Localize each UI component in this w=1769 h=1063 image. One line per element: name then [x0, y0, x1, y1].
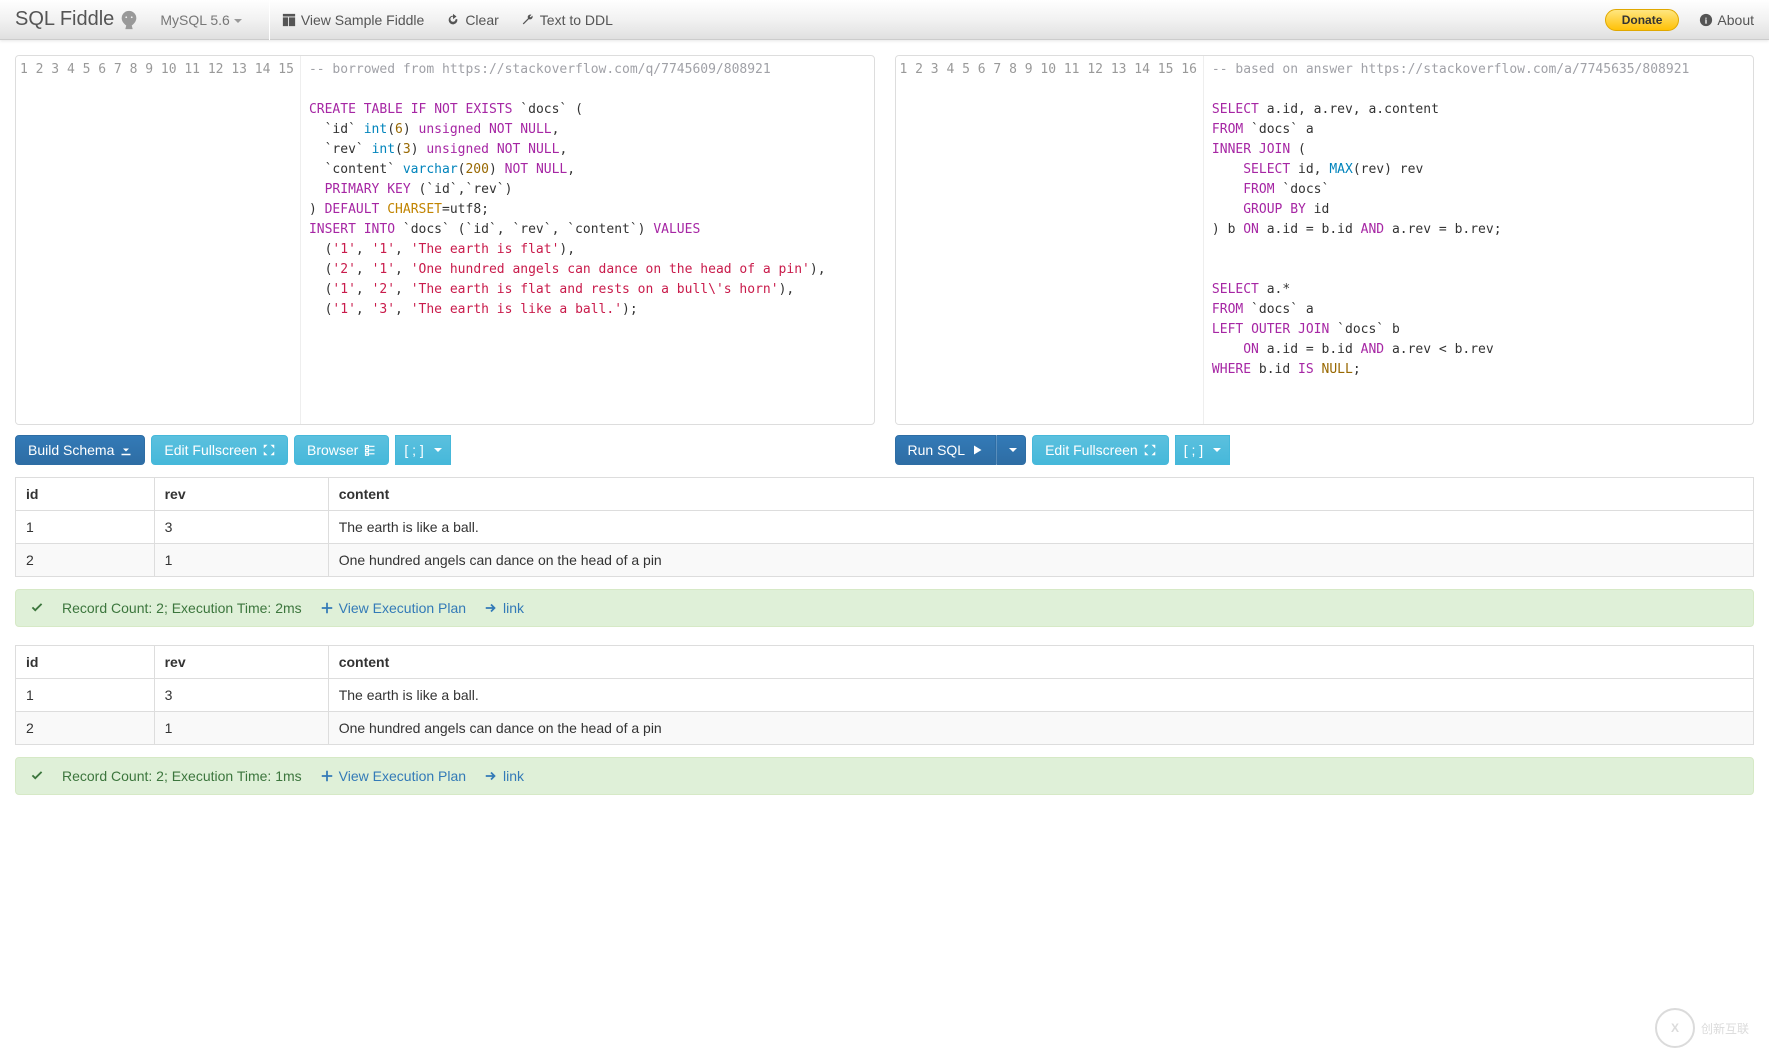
- edit-fullscreen-button[interactable]: Edit Fullscreen: [151, 435, 288, 465]
- arrow-icon: [484, 769, 498, 783]
- results-table: idrevcontent13The earth is like a ball.2…: [15, 645, 1754, 745]
- plus-icon: [320, 769, 334, 783]
- nav-divider: [269, 0, 270, 40]
- table-cell: The earth is like a ball.: [328, 511, 1753, 544]
- table-cell: 1: [154, 712, 328, 745]
- table-cell: 3: [154, 511, 328, 544]
- btn-label: [ ; ]: [404, 442, 423, 458]
- table-cell: 3: [154, 679, 328, 712]
- arrow-icon: [484, 601, 498, 615]
- brand-icon: [118, 9, 140, 31]
- link-label: link: [503, 768, 524, 784]
- schema-panel: 1 2 3 4 5 6 7 8 9 10 11 12 13 14 15 -- b…: [15, 55, 875, 477]
- download-icon: [120, 444, 132, 456]
- column-header: content: [328, 478, 1753, 511]
- table-row: 21One hundred angels can dance on the he…: [16, 544, 1754, 577]
- table-cell: One hundred angels can dance on the head…: [328, 712, 1753, 745]
- view-execution-plan-link[interactable]: View Execution Plan: [320, 600, 466, 616]
- watermark-text: 创新互联: [1701, 1020, 1749, 1037]
- nav-label: About: [1717, 12, 1754, 28]
- run-sql-button[interactable]: Run SQL: [895, 435, 997, 465]
- build-schema-button[interactable]: Build Schema: [15, 435, 145, 465]
- refresh-icon: [446, 13, 460, 27]
- status-text: Record Count: 2; Execution Time: 2ms: [62, 600, 302, 616]
- tree-icon: [364, 444, 376, 456]
- info-icon: i: [1699, 13, 1713, 27]
- table-cell: 1: [154, 544, 328, 577]
- schema-button-bar: Build Schema Edit Fullscreen Browser [ ;…: [15, 435, 875, 465]
- query-panel: 1 2 3 4 5 6 7 8 9 10 11 12 13 14 15 16 -…: [895, 55, 1755, 477]
- table-cell: One hundred angels can dance on the head…: [328, 544, 1753, 577]
- table-cell: 2: [16, 712, 155, 745]
- brand[interactable]: SQL Fiddle: [15, 8, 140, 31]
- watermark: X 创新互联: [1655, 1008, 1749, 1048]
- btn-label: [ ; ]: [1184, 442, 1203, 458]
- btn-label: Browser: [307, 442, 358, 458]
- btn-label: Build Schema: [28, 442, 114, 458]
- btn-label: Edit Fullscreen: [1045, 442, 1138, 458]
- text-to-ddl[interactable]: Text to DDL: [521, 12, 613, 28]
- nav-label: Text to DDL: [540, 12, 613, 28]
- column-header: id: [16, 478, 155, 511]
- column-header: content: [328, 646, 1753, 679]
- schema-gutter: 1 2 3 4 5 6 7 8 9 10 11 12 13 14 15: [16, 56, 301, 424]
- permalink[interactable]: link: [484, 600, 524, 616]
- btn-label: Run SQL: [908, 442, 966, 458]
- result-status: Record Count: 2; Execution Time: 1ms View…: [15, 757, 1754, 795]
- btn-label: Edit Fullscreen: [164, 442, 257, 458]
- layout-icon: [282, 13, 296, 27]
- terminator-button[interactable]: [ ; ]: [1175, 435, 1230, 465]
- table-row: 13The earth is like a ball.: [16, 511, 1754, 544]
- wrench-icon: [521, 13, 535, 27]
- status-text: Record Count: 2; Execution Time: 1ms: [62, 768, 302, 784]
- terminator-button[interactable]: [ ; ]: [395, 435, 450, 465]
- clear-button[interactable]: Clear: [446, 12, 498, 28]
- run-sql-dropdown[interactable]: [996, 435, 1026, 465]
- results-container: idrevcontent13The earth is like a ball.2…: [15, 477, 1754, 795]
- check-icon: [30, 601, 44, 615]
- check-icon: [30, 769, 44, 783]
- link-label: View Execution Plan: [339, 600, 466, 616]
- nav-label: View Sample Fiddle: [301, 12, 424, 28]
- table-cell: The earth is like a ball.: [328, 679, 1753, 712]
- donate-button[interactable]: Donate: [1605, 9, 1680, 31]
- query-code[interactable]: -- based on answer https://stackoverflow…: [1204, 56, 1753, 424]
- play-icon: [971, 444, 983, 456]
- navbar: SQL Fiddle MySQL 5.6 View Sample Fiddle …: [0, 0, 1769, 40]
- view-execution-plan-link[interactable]: View Execution Plan: [320, 768, 466, 784]
- link-label: View Execution Plan: [339, 768, 466, 784]
- query-gutter: 1 2 3 4 5 6 7 8 9 10 11 12 13 14 15 16: [896, 56, 1204, 424]
- table-cell: 2: [16, 544, 155, 577]
- schema-code[interactable]: -- borrowed from https://stackoverflow.c…: [301, 56, 874, 424]
- nav-label: Clear: [465, 12, 498, 28]
- table-cell: 1: [16, 511, 155, 544]
- result-status: Record Count: 2; Execution Time: 2ms View…: [15, 589, 1754, 627]
- column-header: id: [16, 646, 155, 679]
- permalink[interactable]: link: [484, 768, 524, 784]
- edit-fullscreen-button[interactable]: Edit Fullscreen: [1032, 435, 1169, 465]
- browser-button[interactable]: Browser: [294, 435, 389, 465]
- results-table: idrevcontent13The earth is like a ball.2…: [15, 477, 1754, 577]
- plus-icon: [320, 601, 334, 615]
- brand-text: SQL Fiddle: [15, 8, 114, 31]
- db-selector[interactable]: MySQL 5.6: [160, 12, 242, 28]
- link-label: link: [503, 600, 524, 616]
- column-header: rev: [154, 646, 328, 679]
- table-cell: 1: [16, 679, 155, 712]
- table-row: 21One hundred angels can dance on the he…: [16, 712, 1754, 745]
- schema-editor[interactable]: 1 2 3 4 5 6 7 8 9 10 11 12 13 14 15 -- b…: [15, 55, 875, 425]
- query-button-bar: Run SQL Edit Fullscreen [ ; ]: [895, 435, 1755, 465]
- expand-icon: [1144, 444, 1156, 456]
- column-header: rev: [154, 478, 328, 511]
- query-editor[interactable]: 1 2 3 4 5 6 7 8 9 10 11 12 13 14 15 16 -…: [895, 55, 1755, 425]
- expand-icon: [263, 444, 275, 456]
- about-link[interactable]: i About: [1699, 12, 1754, 28]
- view-sample-fiddle[interactable]: View Sample Fiddle: [282, 12, 424, 28]
- table-row: 13The earth is like a ball.: [16, 679, 1754, 712]
